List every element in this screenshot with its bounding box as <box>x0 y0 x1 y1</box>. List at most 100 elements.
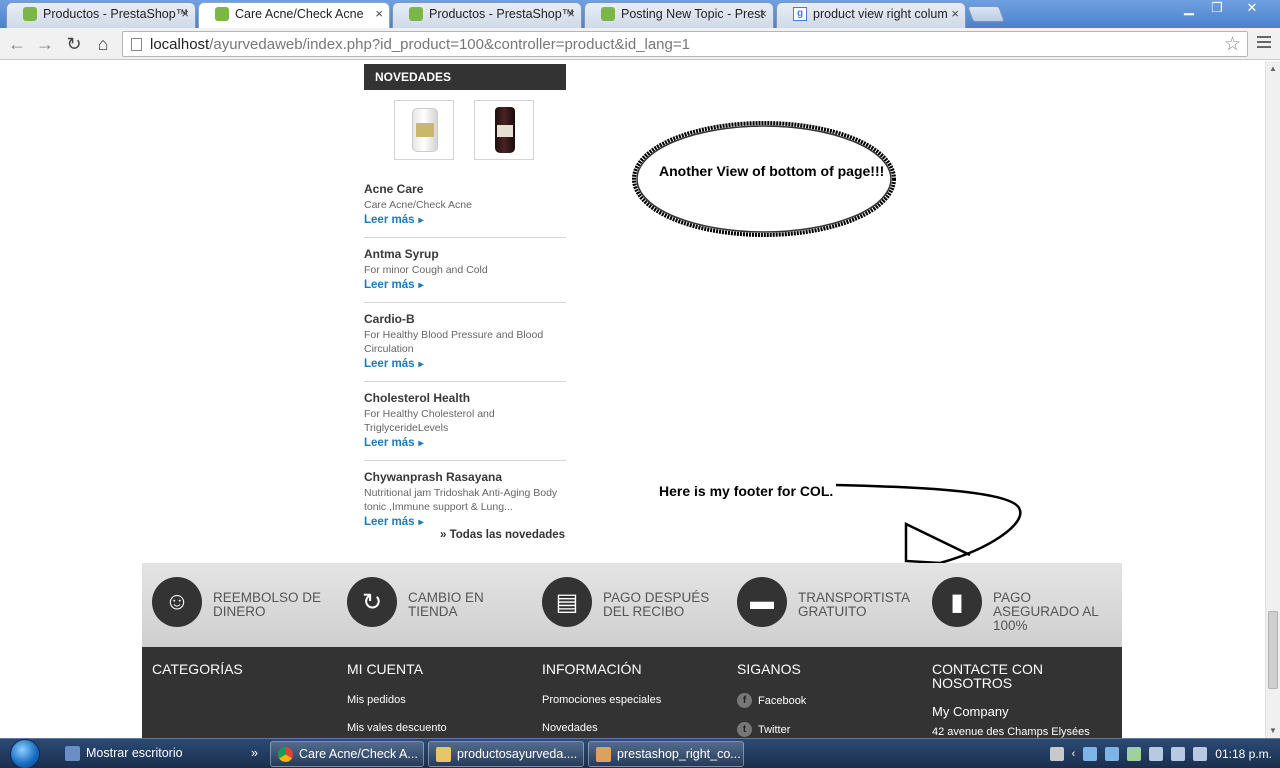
start-button[interactable] <box>10 739 46 768</box>
prestashop-icon <box>23 7 37 21</box>
read-more-link[interactable]: Leer más <box>364 515 424 530</box>
close-window-button[interactable]: ✕ <box>1232 0 1272 18</box>
reassurance-label: REEMBOLSO DE DINERO <box>213 590 322 619</box>
taskbar-show-desktop[interactable]: Mostrar escritorio » <box>58 741 264 767</box>
refresh-icon: ↻ <box>347 577 397 627</box>
forward-button[interactable]: → <box>33 32 57 56</box>
annotation-scribble-ellipse-inner <box>636 125 892 233</box>
scroll-up-arrow[interactable]: ▲ <box>1269 64 1277 73</box>
read-more-link[interactable]: Leer más <box>364 278 424 293</box>
taskbar-item-explorer[interactable]: productosayurveda.... <box>428 741 584 767</box>
product-name[interactable]: Chywanprash Rasayana <box>364 469 566 486</box>
product-name[interactable]: Acne Care <box>364 181 566 198</box>
address-bar[interactable]: localhost/ayurvedaweb/index.php?id_produ… <box>122 31 1248 57</box>
clock[interactable]: 01:18 p.m. <box>1215 739 1272 768</box>
reassurance-band: ☺ REEMBOLSO DE DINERO ↻ CAMBIO EN TIENDA… <box>142 563 1122 647</box>
reload-button[interactable]: ↻ <box>62 32 86 56</box>
taskbar-label: Care Acne/Check A... <box>299 747 418 761</box>
bottle-image <box>495 107 515 153</box>
tab-posting-topic[interactable]: Posting New Topic - Prest × <box>584 2 774 28</box>
truck-icon: ▬ <box>737 577 787 627</box>
annotation-note-bottom: Here is my footer for COL. <box>659 483 834 499</box>
star-icon[interactable]: ☆ <box>1224 33 1241 56</box>
all-new-products-link[interactable]: » Todas las novedades <box>440 529 565 541</box>
tab-productos-2[interactable]: Productos - PrestaShop™ × <box>392 2 582 28</box>
menu-icon[interactable] <box>1254 33 1274 53</box>
reassurance-item: ☺ REEMBOLSO DE DINERO <box>142 563 337 647</box>
footer-heading: CONTACTE CON NOSOTROS <box>932 661 1043 691</box>
footer-link-new-products[interactable]: Novedades <box>542 721 717 735</box>
tab-productos-1[interactable]: Productos - PrestaShop™ × <box>6 2 196 28</box>
list-item: Antma Syrup For minor Cough and Cold Lee… <box>364 246 566 303</box>
taskbar-item-paint[interactable]: prestashop_right_co... <box>588 741 744 767</box>
windows-logo-icon <box>10 739 40 768</box>
facebook-icon: f <box>737 693 752 708</box>
page-viewport: NOVEDADES Acne Care Care Acne/Check Acne… <box>0 61 1265 738</box>
prestashop-icon <box>215 7 229 21</box>
security-icon[interactable] <box>1127 747 1142 761</box>
footer-column-information: INFORMACIÓN Promociones especiales Noved… <box>532 647 727 738</box>
folder-icon <box>436 747 451 762</box>
reassurance-item: ▤ PAGO DESPUÉS DEL RECIBO <box>532 563 727 647</box>
list-item: Cholesterol Health For Healthy Cholester… <box>364 390 566 461</box>
paint-icon <box>596 747 611 762</box>
chevron-left-icon[interactable]: ‹ <box>1072 739 1076 768</box>
smiley-icon: ☺ <box>152 577 202 627</box>
read-more-link[interactable]: Leer más <box>364 213 424 228</box>
close-icon[interactable]: × <box>181 3 189 25</box>
footer-column-categories: CATEGORÍAS <box>142 647 337 738</box>
footer-heading: CATEGORÍAS <box>152 661 243 677</box>
product-name[interactable]: Cardio-B <box>364 311 566 328</box>
scroll-down-arrow[interactable]: ▼ <box>1269 726 1277 735</box>
footer-heading[interactable]: MI CUENTA <box>347 662 522 676</box>
back-button[interactable]: ← <box>5 32 29 56</box>
annotation-note-top: Another View of bottom of page!!! <box>659 163 885 179</box>
product-thumbnail[interactable] <box>474 100 534 160</box>
taskbar-item-chrome[interactable]: Care Acne/Check A... <box>270 741 424 767</box>
tab-google-search[interactable]: g product view right colum × <box>776 2 966 28</box>
notes-icon[interactable] <box>1049 747 1064 761</box>
system-tray: ‹ 01:18 p.m. <box>1049 739 1280 768</box>
footer-link-orders[interactable]: Mis pedidos <box>347 693 522 707</box>
reassurance-item: ▮ PAGO ASEGURADO AL 100% <box>922 563 1117 647</box>
minimize-button[interactable]: ▁ <box>1176 0 1202 18</box>
list-item: Cardio-B For Healthy Blood Pressure and … <box>364 311 566 382</box>
footer-heading: INFORMACIÓN <box>542 661 642 677</box>
product-description: Nutritional jam Tridoshak Anti-Aging Bod… <box>364 487 558 513</box>
close-icon[interactable]: × <box>567 3 575 25</box>
volume-icon[interactable] <box>1193 747 1208 761</box>
scrollbar-thumb[interactable] <box>1268 611 1278 689</box>
bluetooth-icon[interactable] <box>1083 747 1098 761</box>
product-thumbnail[interactable] <box>394 100 454 160</box>
read-more-link[interactable]: Leer más <box>364 436 424 451</box>
close-icon[interactable]: × <box>759 3 767 25</box>
prestashop-icon <box>409 7 423 21</box>
product-name[interactable]: Cholesterol Health <box>364 390 566 407</box>
close-icon[interactable]: × <box>951 3 959 25</box>
page-scrollbar[interactable]: ▲ ▼ <box>1265 61 1280 738</box>
footer-column-contact: CONTACTE CON NOSOTROS My Company 42 aven… <box>922 647 1117 738</box>
tab-care-acne[interactable]: Care Acne/Check Acne × <box>198 2 390 29</box>
desktop-icon <box>65 746 80 761</box>
social-label: Twitter <box>758 723 791 736</box>
network-icon[interactable] <box>1105 747 1120 761</box>
home-button[interactable]: ⌂ <box>91 32 115 56</box>
footer-link-facebook[interactable]: f Facebook <box>737 693 912 708</box>
close-icon[interactable]: × <box>375 3 383 25</box>
monitor-icon[interactable] <box>1149 747 1164 761</box>
url-text: localhost/ayurvedaweb/index.php?id_produ… <box>150 36 690 53</box>
footer-link-vouchers[interactable]: Mis vales descuento <box>347 721 522 735</box>
read-more-link[interactable]: Leer más <box>364 357 424 372</box>
url-host: localhost <box>150 36 210 53</box>
footer-link-twitter[interactable]: t Twitter <box>737 722 912 737</box>
social-label: Facebook <box>758 694 807 707</box>
signal-icon[interactable] <box>1171 747 1186 761</box>
reassurance-label: PAGO DESPUÉS DEL RECIBO <box>603 590 710 619</box>
site-footer: CATEGORÍAS MI CUENTA Mis pedidos Mis val… <box>142 647 1122 738</box>
footer-link-specials[interactable]: Promociones especiales <box>542 693 717 707</box>
restore-button[interactable]: ❐ <box>1204 0 1230 18</box>
new-tab-button[interactable] <box>967 6 1005 22</box>
product-name[interactable]: Antma Syrup <box>364 246 566 263</box>
list-item: Acne Care Care Acne/Check Acne Leer más <box>364 181 566 238</box>
tab-title: Posting New Topic - Prest <box>621 7 764 21</box>
